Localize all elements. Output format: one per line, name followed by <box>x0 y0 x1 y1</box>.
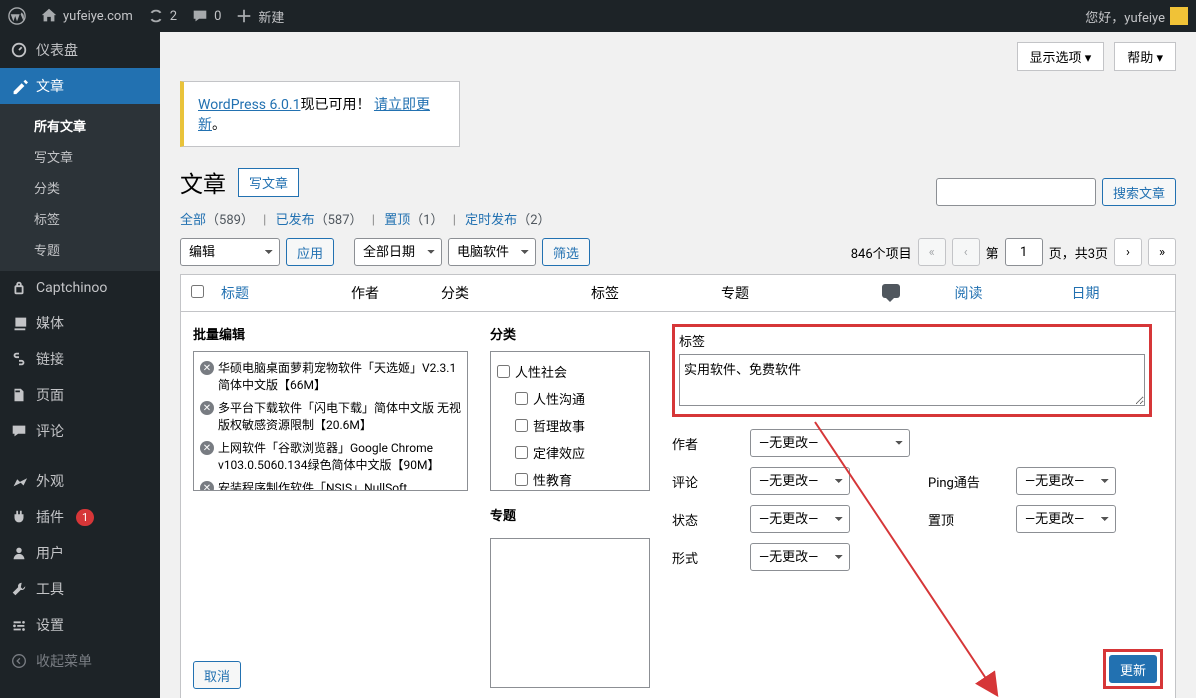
remove-icon[interactable]: ✕ <box>200 441 214 455</box>
search-input[interactable] <box>936 178 1096 206</box>
comments-link[interactable]: 0 <box>191 7 221 25</box>
col-subject: 专题 <box>721 283 851 303</box>
filter-scheduled[interactable]: 定时发布 <box>465 213 517 228</box>
author-label: 作者 <box>672 434 732 453</box>
search-button[interactable]: 搜索文章 <box>1102 178 1176 206</box>
remove-icon[interactable]: ✕ <box>200 481 214 491</box>
menu-comments[interactable]: 评论 <box>0 413 160 449</box>
submenu-new-post[interactable]: 写文章 <box>0 141 160 172</box>
col-date[interactable]: 日期 <box>1006 283 1165 303</box>
add-new-button[interactable]: 写文章 <box>238 168 299 197</box>
bulk-edit-title: 批量编辑 <box>193 324 478 343</box>
prev-page[interactable]: ‹ <box>952 238 980 266</box>
total-items: 846个项目 <box>851 243 912 262</box>
cat-item[interactable]: 定律效应 <box>497 439 643 466</box>
update-notice: WordPress 6.0.1现已可用！ 请立即更新。 <box>180 81 460 147</box>
author-select[interactable]: —无更改— <box>750 429 910 457</box>
menu-plugins[interactable]: 插件1 <box>0 499 160 535</box>
screen-options[interactable]: 显示选项 ▾ <box>1017 42 1105 71</box>
ping-label: Ping通告 <box>928 472 998 491</box>
update-button[interactable]: 更新 <box>1109 655 1157 683</box>
submenu-tags[interactable]: 标签 <box>0 203 160 234</box>
col-tag: 标签 <box>591 283 721 303</box>
avatar-icon <box>1170 7 1188 25</box>
help-tab[interactable]: 帮助 ▾ <box>1114 42 1176 71</box>
menu-dashboard[interactable]: 仪表盘 <box>0 32 160 68</box>
first-page[interactable]: « <box>918 238 946 266</box>
cat-item[interactable]: 人性社会 <box>497 358 643 385</box>
cat-item[interactable]: 性教育 <box>497 466 643 491</box>
new-link[interactable]: 新建 <box>235 7 284 26</box>
wp-logo[interactable] <box>8 7 26 25</box>
col-title[interactable]: 标题 <box>221 283 351 303</box>
menu-collapse[interactable]: 收起菜单 <box>0 643 160 679</box>
filter-published[interactable]: 已发布 <box>276 213 315 228</box>
filter-all[interactable]: 全部 <box>180 213 206 228</box>
next-page[interactable]: › <box>1114 238 1142 266</box>
wp-version-link[interactable]: WordPress 6.0.1 <box>198 97 300 113</box>
col-category: 分类 <box>441 283 591 303</box>
tag-highlight: 标签 实用软件、免费软件 <box>672 324 1152 417</box>
category-checklist[interactable]: 人性社会 人性沟通 哲理故事 定律效应 性教育 <box>490 351 650 491</box>
comments-label: 评论 <box>672 472 732 491</box>
comments-select[interactable]: —无更改— <box>750 467 850 495</box>
bulk-item: ✕上网软件「谷歌浏览器」Google Chrome v103.0.5060.13… <box>198 436 463 476</box>
remove-icon[interactable]: ✕ <box>200 401 214 415</box>
col-author: 作者 <box>351 283 441 303</box>
menu-tools[interactable]: 工具 <box>0 571 160 607</box>
menu-captchinoo[interactable]: Captchinoo <box>0 271 160 305</box>
cat-item[interactable]: 人性沟通 <box>497 385 643 412</box>
menu-appearance[interactable]: 外观 <box>0 463 160 499</box>
status-select[interactable]: —无更改— <box>750 505 850 533</box>
filter-sticky[interactable]: 置顶 <box>384 213 410 228</box>
remove-icon[interactable]: ✕ <box>200 361 214 375</box>
updates-link[interactable]: 2 <box>147 7 177 25</box>
menu-settings[interactable]: 设置 <box>0 607 160 643</box>
greeting[interactable]: 您好，yufeiye <box>1085 7 1188 26</box>
apply-button[interactable]: 应用 <box>286 238 334 266</box>
subject-box[interactable] <box>490 538 650 688</box>
submenu-categories[interactable]: 分类 <box>0 172 160 203</box>
bulk-item: ✕多平台下载软件「闪电下载」简体中文版 无视版权敏感资源限制【20.6M】 <box>198 396 463 436</box>
ping-select[interactable]: —无更改— <box>1016 467 1116 495</box>
menu-users[interactable]: 用户 <box>0 535 160 571</box>
format-label: 形式 <box>672 548 732 567</box>
category-filter[interactable]: 电脑软件 <box>448 238 536 266</box>
plugins-badge: 1 <box>76 509 94 526</box>
comment-icon <box>882 284 900 298</box>
bulk-subject-label: 专题 <box>490 505 660 524</box>
submenu-all-posts[interactable]: 所有文章 <box>0 110 160 141</box>
status-label: 状态 <box>672 510 732 529</box>
menu-posts[interactable]: 文章 <box>0 68 160 104</box>
page-input[interactable] <box>1005 238 1043 266</box>
bulk-item: ✕华硕电脑桌面萝莉宠物软件「天选姬」V2.3.1简体中文版【66M】 <box>198 356 463 396</box>
bulk-tag-label: 标签 <box>679 331 1145 350</box>
menu-pages[interactable]: 页面 <box>0 377 160 413</box>
col-read[interactable]: 阅读 <box>931 283 1006 303</box>
cat-item[interactable]: 哲理故事 <box>497 412 643 439</box>
select-all[interactable] <box>191 285 204 298</box>
site-link[interactable]: yufeiye.com <box>40 7 133 25</box>
date-filter[interactable]: 全部日期 <box>354 238 442 266</box>
col-comments[interactable] <box>851 284 931 302</box>
menu-links[interactable]: 链接 <box>0 341 160 377</box>
bulk-items-list[interactable]: ✕华硕电脑桌面萝莉宠物软件「天选姬」V2.3.1简体中文版【66M】 ✕多平台下… <box>193 351 468 491</box>
filter-button[interactable]: 筛选 <box>542 238 590 266</box>
bulk-action-select[interactable]: 编辑 <box>180 238 280 266</box>
bulk-item: ✕安装程序制作软件「NSIS」NullSoft Scriptable Insta… <box>198 476 463 491</box>
last-page[interactable]: » <box>1148 238 1176 266</box>
format-select[interactable]: —无更改— <box>750 543 850 571</box>
sticky-label: 置顶 <box>928 510 998 529</box>
tag-textarea[interactable]: 实用软件、免费软件 <box>679 354 1145 406</box>
page-title: 文章 <box>180 165 226 199</box>
update-highlight: 更新 <box>1103 649 1163 689</box>
bulk-cat-label: 分类 <box>490 324 660 343</box>
submenu-subjects[interactable]: 专题 <box>0 234 160 265</box>
sticky-select[interactable]: —无更改— <box>1016 505 1116 533</box>
menu-media[interactable]: 媒体 <box>0 305 160 341</box>
cancel-button[interactable]: 取消 <box>193 661 241 689</box>
